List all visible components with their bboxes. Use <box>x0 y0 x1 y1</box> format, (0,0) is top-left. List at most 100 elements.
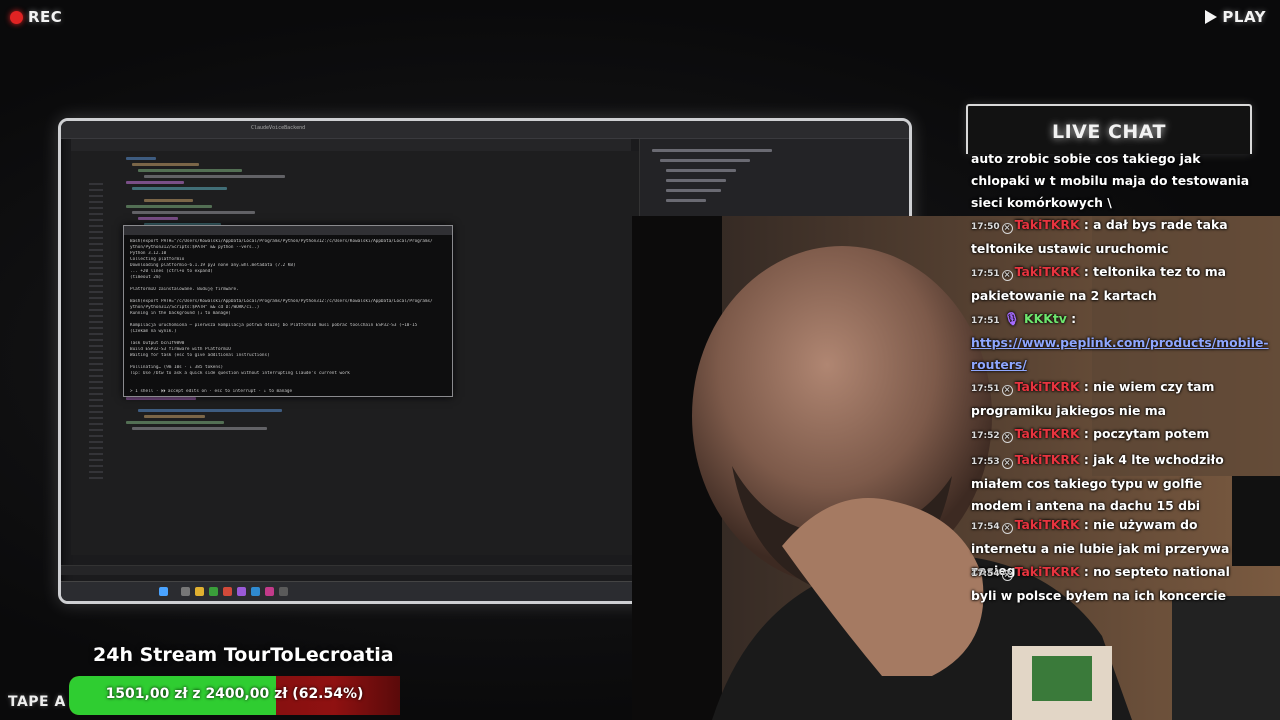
goal-progress-text: 1501,00 zł z 2400,00 zł (62.54%) <box>105 686 364 702</box>
message-username: TakiTKRK <box>1014 426 1080 441</box>
message-username: TakiTKRK <box>1014 217 1080 232</box>
start-icon <box>159 587 168 596</box>
terminal-line: Waiting for task (esc to give additional… <box>130 353 270 358</box>
code-line <box>132 211 255 214</box>
app-icon <box>209 587 218 596</box>
message-username: TakiTKRK <box>1014 264 1080 279</box>
code-line <box>132 187 227 190</box>
goal-progress-bar: 1501,00 zł z 2400,00 zł (62.54%) <box>69 676 400 715</box>
terminal-icon <box>251 587 260 596</box>
code-line <box>126 157 156 160</box>
chat-message: 17:53 × TakiTKRK : jak 4 lte wchodziło mia… <box>971 449 1251 517</box>
badge-icon: × <box>1001 458 1013 469</box>
code-line <box>126 421 224 424</box>
code-line <box>144 199 193 202</box>
message-time: 17:50 <box>971 222 1000 232</box>
message-username: TakiTKRK <box>1014 564 1080 579</box>
terminal-line: Running in the background (↓ to manage) <box>130 311 231 316</box>
code-line <box>126 205 212 208</box>
message-time: 17:51 <box>971 384 1000 394</box>
badge-icon: × <box>1001 270 1013 281</box>
message-text: : <box>1071 311 1077 326</box>
chat-title: LIVE CHAT <box>1051 121 1166 143</box>
code-line <box>144 175 285 178</box>
message-link[interactable]: https://www.peplink.com/products/mobile-… <box>971 335 1269 372</box>
chat-message: 17:51 × TakiTKRK : teltonika tez to ma pak… <box>971 261 1251 307</box>
folder-icon <box>195 587 204 596</box>
chat-message: 17:50 × TakiTKRK : a dał bys rade taka tel… <box>971 214 1251 260</box>
message-time: 17:54 <box>971 522 1000 532</box>
message-text: : poczytam potem <box>1083 426 1210 441</box>
code-line <box>126 181 184 184</box>
microphone-icon: 🎙 <box>999 311 1025 326</box>
solution-explorer <box>639 139 909 219</box>
message-time: 17:54 <box>971 569 1000 579</box>
badge-icon: × <box>1001 570 1013 581</box>
terminal-line: ython/Python312/Scripts:$PATH" && cd D:/… <box>130 305 260 310</box>
terminal-line: Task Output bcn1f9890 <box>130 341 185 346</box>
terminal-line: Python 3.12.10 <box>130 251 167 256</box>
code-line <box>126 397 196 400</box>
terminal-line: Bash(export PATH="/c/Users/Kowalski/AppD… <box>130 239 433 244</box>
terminal-line: (timeout 2m) <box>130 275 162 280</box>
message-username: KKKtv <box>1024 311 1067 326</box>
ide-toolbar: ClaudeVoiceBackend <box>61 121 909 139</box>
chat-message: 17:51 × TakiTKRK : nie wiem czy tam progra… <box>971 376 1251 422</box>
code-line <box>138 169 242 172</box>
terminal-line: Collecting platformio <box>130 257 185 262</box>
rec-label: REC <box>28 8 63 26</box>
terminal-line: (Czekam na wynik.) <box>130 329 177 334</box>
chat-messages: auto zrobic sobie cos takiego jak chlopa… <box>970 148 1269 628</box>
chat-message: 17:54 × TakiTKRK : no septeto national byl… <box>971 561 1251 607</box>
play-indicator: PLAY <box>1205 8 1266 26</box>
chat-header: LIVE CHAT <box>966 104 1252 154</box>
badge-icon: × <box>1001 385 1013 396</box>
terminal-window: Bash(export PATH="/c/Users/Kowalski/AppD… <box>123 225 453 397</box>
code-line <box>132 163 199 166</box>
rec-indicator: REC <box>10 8 62 26</box>
goal-title: 24h Stream TourToLecroatia <box>93 644 394 666</box>
badge-icon: × <box>1001 223 1013 234</box>
terminal-line: Pollinating… (9m 10s · ↓ 385 tokens) <box>130 365 224 370</box>
message-username: TakiTKRK <box>1014 452 1080 467</box>
terminal-line: Downloading platformio-6.1.19 py3 none a… <box>130 263 296 268</box>
code-line <box>144 415 205 418</box>
tape-label: TAPE A <box>8 694 66 710</box>
terminal-line: Kompilacja uruchomiona — pierwsza kompil… <box>130 323 418 328</box>
stream-overlay: REC PLAY ClaudeVoiceBackend Bash(export … <box>0 0 1280 720</box>
code-line <box>138 409 282 412</box>
terminal-line: ython/Python312/Scripts:$PATH" && python… <box>130 245 260 250</box>
terminal-line: Tip: Use /btw to ask a quick side questi… <box>130 371 350 376</box>
message-time: 17:51 <box>971 316 1000 326</box>
message-text: auto zrobic sobie cos takiego jak chlopa… <box>971 151 1250 210</box>
chat-message: auto zrobic sobie cos takiego jak chlopa… <box>971 148 1251 214</box>
terminal-titlebar <box>124 226 452 235</box>
code-line <box>132 427 267 430</box>
play-icon <box>1205 10 1218 24</box>
terminal-line: Bash(export PATH="/c/Users/Kowalski/AppD… <box>130 299 433 304</box>
ide-tabs <box>71 139 631 151</box>
ide-icon <box>237 587 246 596</box>
badge-icon: × <box>1001 432 1013 443</box>
live-chat-panel: LIVE CHAT auto zrobic sobie cos takiego … <box>966 104 1269 624</box>
music-icon <box>265 587 274 596</box>
terminal-line: PlatformIO zainstalowane. Buduję firmwar… <box>130 287 239 292</box>
record-dot-icon <box>10 10 23 24</box>
message-time: 17:53 <box>971 457 1000 467</box>
browser-icon <box>223 587 232 596</box>
play-label: PLAY <box>1222 8 1266 26</box>
message-username: TakiTKRK <box>1014 517 1080 532</box>
badge-icon: × <box>1001 523 1013 534</box>
terminal-line: > 1 shell · ⏵⏵ accept edits on · esc to … <box>130 389 293 394</box>
settings-icon <box>279 587 288 596</box>
chat-message: 17:52 × TakiTKRK : poczytam potem <box>971 423 1251 447</box>
message-time: 17:52 <box>971 431 1000 441</box>
code-line <box>138 217 178 220</box>
chat-message: 17:51 🎙 KKKtv : https://www.peplink.com/p… <box>971 308 1269 376</box>
search-icon <box>181 587 190 596</box>
message-time: 17:51 <box>971 269 1000 279</box>
ide-title: ClaudeVoiceBackend <box>251 125 306 131</box>
message-username: TakiTKRK <box>1014 379 1080 394</box>
terminal-line: ... +20 lines (ctrl+o to expand) <box>130 269 213 274</box>
terminal-line: Build ESP32-S3 firmware with PlatformIO <box>130 347 231 352</box>
